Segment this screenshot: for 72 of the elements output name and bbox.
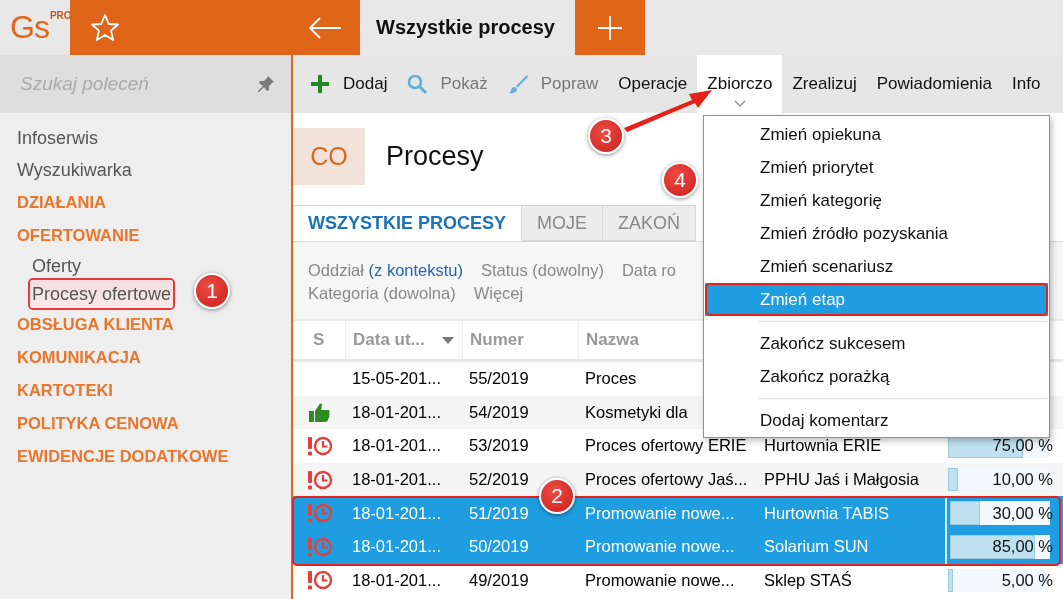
table-cell: 18-01-201...: [352, 436, 441, 456]
new-tab-button[interactable]: [575, 0, 645, 55]
toolbar-button[interactable]: Zrealizuj: [782, 55, 867, 113]
table-cell: 50/2019: [469, 537, 529, 557]
table-cell: Proces ofertowy ERIE: [585, 436, 747, 456]
back-arrow-icon: [308, 16, 342, 39]
table-cell: 55/2019: [469, 369, 529, 389]
table-cell: 52/2019: [469, 470, 529, 490]
nav-link[interactable]: Wyszukiwarka: [0, 154, 132, 186]
table-cell: 10,00 %: [992, 470, 1053, 490]
filter-link[interactable]: Oddział (z kontekstu): [308, 261, 463, 284]
table-cell: 53/2019: [469, 436, 529, 456]
menu-item[interactable]: Zakończ porażką: [705, 360, 1048, 393]
table-cell: Promowanie nowe...: [585, 570, 735, 590]
toolbar-button[interactable]: Operacje: [608, 55, 698, 113]
table-cell: 51/2019: [469, 503, 529, 523]
pin-icon: [257, 75, 275, 93]
menu-item[interactable]: Zmień opiekuna: [705, 118, 1048, 151]
table-cell: 18-01-201...: [352, 470, 441, 490]
filter-link[interactable]: Status (dowolny): [481, 261, 604, 284]
thumbs-up-icon: [307, 401, 331, 424]
table-cell: Kosmetyki dla: [585, 402, 688, 422]
nav-link[interactable]: Procesy ofertowe: [30, 280, 174, 308]
plus-icon: [597, 14, 623, 41]
plus-icon: [310, 74, 330, 94]
table-cell: Promowanie nowe...: [585, 503, 735, 523]
table-cell: Hurtownia ERIE: [764, 436, 882, 456]
overdue-clock-icon: [307, 435, 333, 457]
view-tab[interactable]: WSZYSTKIE PROCESY: [293, 205, 523, 241]
table-cell: 75,00 %: [992, 436, 1053, 456]
table-cell: Proces ofertowy Jaś...: [585, 470, 748, 490]
star-icon: [90, 12, 120, 43]
menu-item[interactable]: Zmień kategorię: [705, 184, 1048, 217]
overdue-clock-icon: [307, 502, 333, 525]
table-cell: 15-05-201...: [352, 369, 441, 389]
favorites-button[interactable]: [90, 12, 120, 43]
toolbar-button[interactable]: Info: [1002, 55, 1051, 113]
table-cell: PPHU Jaś i Małgosia: [764, 470, 919, 490]
table-cell: 18-01-201...: [352, 503, 441, 523]
callout-badge: 3: [588, 118, 624, 154]
filter-link[interactable]: Więcej: [473, 284, 524, 307]
page-title: Procesy: [386, 141, 484, 172]
toolbar-button[interactable]: Dodaj: [300, 55, 398, 113]
overdue-clock-icon: [307, 468, 333, 491]
table-cell: 18-01-201...: [352, 537, 441, 557]
menu-item[interactable]: Zmień źródło pozyskania: [705, 217, 1048, 250]
toolbar-button[interactable]: Zbiorczo: [697, 55, 783, 113]
table-cell: 49/2019: [469, 570, 529, 590]
menu-item[interactable]: Zmień scenariusz: [705, 250, 1048, 283]
toolbar-button[interactable]: Powiadomienia: [866, 55, 1003, 113]
filter-link[interactable]: Kategoria (dowolna): [308, 284, 456, 307]
back-button[interactable]: [290, 0, 360, 55]
chevron-down-icon: [733, 100, 746, 107]
table-cell: Proces: [585, 369, 637, 389]
table-cell: 54/2019: [469, 402, 529, 422]
nav-link[interactable]: Oferty: [0, 252, 81, 280]
search-icon: [407, 74, 428, 94]
brush-icon: [507, 74, 528, 94]
module-badge: CO: [293, 128, 365, 185]
table-cell: 18-01-201...: [352, 570, 441, 590]
callout-badge: 4: [662, 162, 698, 198]
table-cell: Promowanie nowe...: [585, 537, 735, 557]
table-cell: 5,00 %: [1001, 570, 1053, 590]
table-cell: 18-01-201...: [352, 402, 441, 422]
table-cell: Sklep STAŚ: [764, 570, 852, 590]
table-cell: Hurtownia TABIS: [764, 503, 890, 523]
overdue-clock-icon: [307, 569, 333, 592]
menu-item[interactable]: Zmień priorytet: [705, 151, 1048, 184]
overdue-clock-icon: [307, 535, 333, 558]
table-cell: Solarium SUN: [764, 537, 869, 557]
filter-link[interactable]: Data ro: [621, 261, 676, 284]
nav-link[interactable]: Infoserwis: [0, 123, 99, 155]
